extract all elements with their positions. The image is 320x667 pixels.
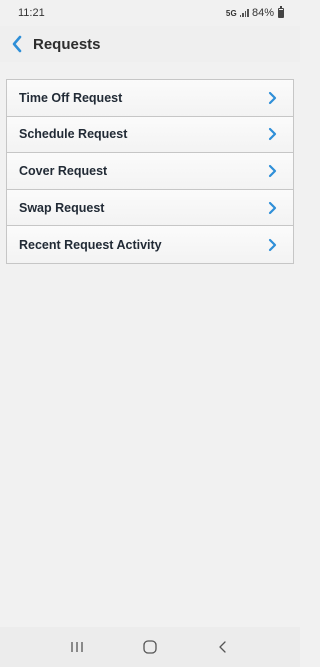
list-item-time-off-request[interactable]: Time Off Request (7, 80, 293, 117)
home-icon (143, 640, 157, 654)
status-bar: 11:21 5G 84% (0, 0, 300, 26)
network-type: 5G (225, 8, 237, 18)
status-indicators: 5G 84% (225, 6, 284, 19)
list-item-recent-request-activity[interactable]: Recent Request Activity (7, 226, 293, 263)
list-item-cover-request[interactable]: Cover Request (7, 153, 293, 190)
chevron-right-icon (267, 201, 277, 215)
app-header: Requests (0, 26, 300, 62)
home-button[interactable] (130, 632, 170, 662)
status-time: 11:21 (18, 7, 45, 19)
chevron-right-icon (267, 127, 277, 141)
system-navigation-bar (0, 627, 300, 667)
back-button[interactable] (9, 32, 25, 56)
battery-percentage: 84% (251, 7, 274, 19)
signal-icon (239, 9, 249, 17)
recents-button[interactable] (57, 632, 97, 662)
chevron-right-icon (267, 238, 277, 252)
list-item-label: Recent Request Activity (19, 237, 162, 252)
chevron-left-icon (12, 35, 22, 53)
recents-icon (71, 642, 83, 652)
list-item-label: Swap Request (19, 200, 105, 215)
list-item-schedule-request[interactable]: Schedule Request (7, 116, 293, 154)
list-item-label: Schedule Request (19, 127, 128, 142)
list-item-label: Cover Request (19, 163, 108, 178)
back-icon (219, 641, 226, 653)
battery-icon (278, 6, 284, 18)
chevron-right-icon (267, 91, 277, 105)
chevron-right-icon (267, 164, 277, 178)
list-item-label: Time Off Request (19, 90, 123, 105)
system-back-button[interactable] (203, 632, 243, 662)
page-title: Requests (33, 35, 101, 53)
list-item-swap-request[interactable]: Swap Request (7, 189, 293, 227)
request-list: Time Off Request Schedule Request Cover … (6, 79, 294, 264)
